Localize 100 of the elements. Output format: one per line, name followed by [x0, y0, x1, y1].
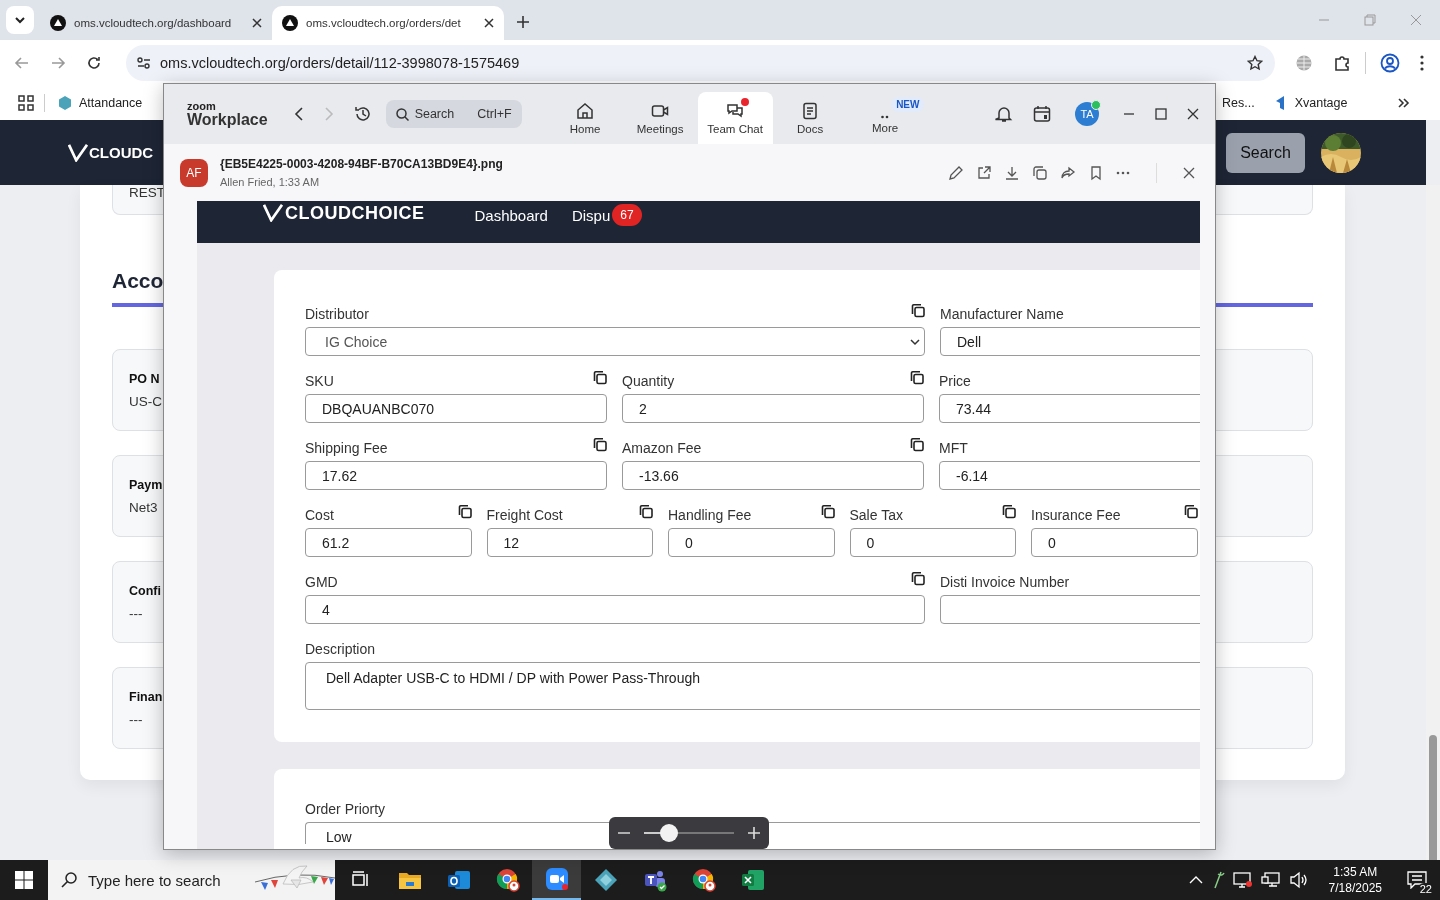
field-label: Amazon Fee [622, 440, 702, 456]
diamond-icon [593, 868, 618, 892]
field-label: Cost [305, 507, 334, 523]
tab-search-button[interactable] [6, 6, 34, 34]
speaker-icon[interactable] [1288, 871, 1309, 889]
card-title: Confi [129, 583, 161, 598]
search-field[interactable]: Search Ctrl+F [385, 100, 522, 128]
bookmark[interactable]: Attandance [55, 94, 145, 111]
profile-icon[interactable] [1380, 52, 1400, 73]
more-bookmarks-icon[interactable] [1398, 96, 1410, 109]
star-icon[interactable] [1247, 54, 1263, 71]
more-icon[interactable] [1116, 170, 1130, 175]
input-field: 17.62 [305, 461, 607, 490]
notification-button[interactable]: 22 [1402, 865, 1432, 895]
field-label: Shipping Fee [305, 440, 388, 456]
nav-tab[interactable]: NEW More [847, 92, 923, 144]
input-field: 12 [486, 528, 653, 557]
document-icon [801, 101, 820, 120]
input-field: 73.44 [939, 394, 1200, 423]
browser-icon [691, 868, 716, 892]
maximize-icon[interactable] [1155, 108, 1167, 120]
field-label: Sale Tax [849, 507, 903, 523]
puzzle-icon[interactable] [1333, 53, 1351, 72]
search-field[interactable]: Type here to search [48, 860, 335, 900]
external-link-icon[interactable] [976, 164, 992, 181]
nav-tab[interactable]: Docs [772, 92, 848, 144]
nav-tab[interactable]: Meetings [622, 92, 698, 144]
network-icon[interactable] [1260, 871, 1281, 889]
site-logo[interactable]: CLOUDC [68, 143, 154, 162]
close-icon[interactable] [1183, 166, 1195, 179]
browser-icon [495, 868, 520, 892]
field-label: Manufacturer Name [940, 306, 1064, 322]
menu-icon[interactable] [1420, 54, 1424, 71]
folder-icon [397, 870, 422, 890]
search-button[interactable]: Search [1226, 132, 1305, 173]
video-app-icon [544, 867, 569, 891]
input-field: 0 [1031, 528, 1198, 557]
browser-tab[interactable]: oms.vcloudtech.org/orders/det [272, 6, 504, 40]
field-label: Distributor [305, 306, 369, 322]
input-field: -6.14 [939, 461, 1200, 490]
zoom-slider[interactable] [644, 824, 734, 842]
close-icon[interactable] [1187, 108, 1199, 120]
taskbar-app[interactable] [532, 860, 581, 900]
bookmark[interactable]: Xvantage [1270, 94, 1350, 111]
new-badge: NEW [891, 96, 925, 112]
input-field: Dell [940, 327, 1200, 356]
clock-date[interactable]: 7/18/2025 [1328, 881, 1382, 895]
bell-icon[interactable] [995, 105, 1013, 123]
mail-app-icon [446, 869, 471, 891]
display-icon[interactable] [1232, 871, 1253, 889]
input-field: 2 [622, 394, 924, 423]
slider-thumb[interactable] [660, 824, 679, 842]
user-avatar[interactable]: TA [1075, 102, 1099, 126]
field-label: Price [939, 373, 971, 389]
forward-icon[interactable] [50, 54, 66, 71]
card-text: REST [129, 185, 165, 200]
team-app-icon [642, 868, 667, 892]
v-mark-icon [68, 143, 88, 162]
spreadsheet-icon [740, 869, 765, 891]
v-mark-icon [263, 204, 283, 222]
history-icon[interactable] [353, 105, 372, 123]
bookmark-icon[interactable] [1088, 164, 1104, 181]
input-field: -13.66 [622, 461, 924, 490]
nav-tab[interactable]: Home [547, 92, 623, 144]
plus-icon[interactable] [516, 15, 530, 29]
count-badge: 67 [612, 204, 642, 226]
field-label: Insurance Fee [1031, 507, 1121, 523]
field-label: MFT [939, 440, 968, 456]
field-label: SKU [305, 373, 334, 389]
start-icon[interactable] [15, 871, 33, 889]
close-icon[interactable] [252, 18, 262, 28]
nav-tab[interactable]: Team Chat [697, 92, 773, 144]
back-icon[interactable] [293, 107, 304, 121]
card-title: Paym [129, 477, 163, 492]
field-label: GMD [305, 574, 338, 590]
scrollbar[interactable] [1426, 185, 1440, 860]
input-field: 4 [305, 595, 925, 624]
card-value: --- [129, 605, 143, 621]
copy-icon[interactable] [1032, 164, 1048, 181]
card-value: Net3 [129, 499, 158, 515]
reload-icon[interactable] [86, 54, 102, 71]
clock-time[interactable]: 1:35 AM [1333, 865, 1378, 879]
share-icon[interactable] [1060, 164, 1076, 181]
bookmark[interactable]: Res... [1220, 95, 1257, 110]
chat-icon [726, 101, 745, 120]
tune-icon[interactable] [136, 54, 152, 71]
tab-title: oms.vcloudtech.org/orders/det [306, 17, 462, 29]
calendar-icon[interactable] [1033, 105, 1051, 123]
close-icon[interactable] [484, 18, 494, 28]
site-logo: CLOUDCHOICE [263, 202, 425, 224]
browser-tab[interactable]: oms.vcloudtech.org/dashboard [40, 6, 272, 40]
address-bar[interactable]: oms.vcloudtech.org/orders/detail/112-3998078-1575469 [126, 44, 1275, 81]
apps-icon[interactable] [18, 94, 34, 111]
download-icon[interactable] [1004, 164, 1020, 181]
edit-icon[interactable] [948, 164, 964, 181]
field-label: Handling Fee [668, 507, 752, 523]
field-label: Description [305, 641, 376, 657]
field-label: Freight Cost [486, 507, 563, 523]
chevron-up-icon[interactable] [1188, 876, 1203, 884]
app-logo: zoom Workplace [187, 100, 268, 128]
